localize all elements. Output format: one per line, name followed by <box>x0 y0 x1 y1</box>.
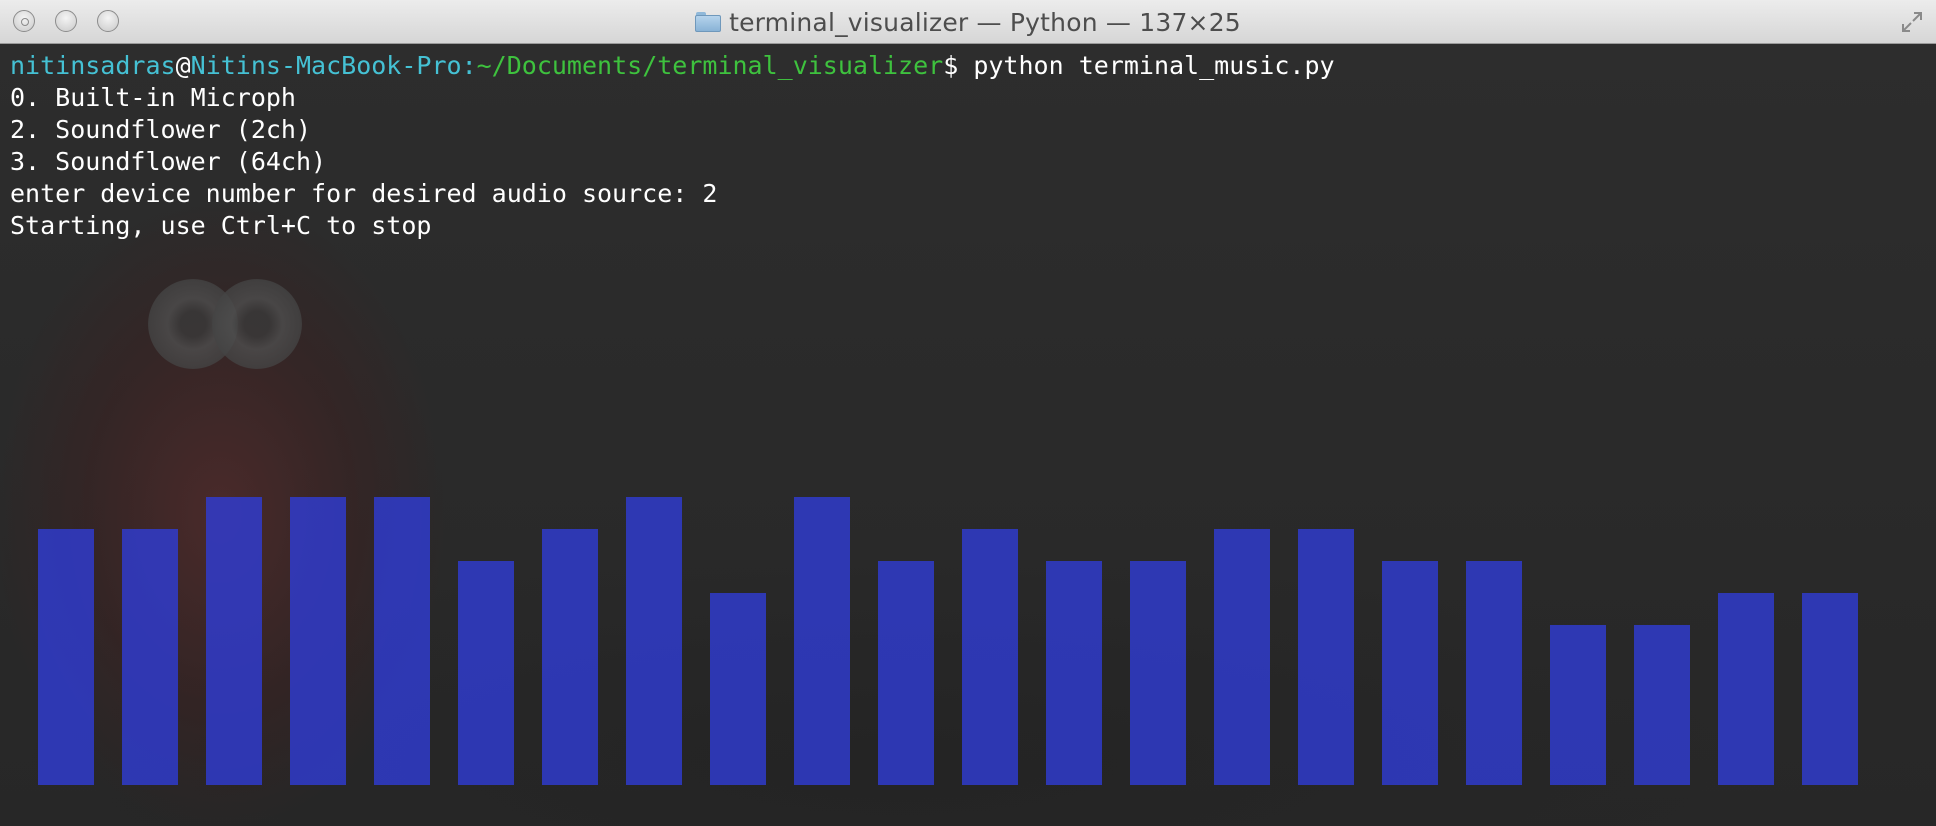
visualizer-bar <box>38 529 94 785</box>
folder-icon <box>695 12 722 32</box>
output-line: Starting, use Ctrl+C to stop <box>10 211 432 240</box>
zoom-button[interactable] <box>97 10 119 32</box>
output-line: 2. Soundflower (2ch) <box>10 115 312 144</box>
window-title: terminal_visualizer — Python — 137×25 <box>729 7 1241 37</box>
visualizer-bar <box>710 593 766 785</box>
visualizer-bar <box>1466 561 1522 785</box>
prompt-host: Nitins-MacBook-Pro: <box>190 51 477 80</box>
prompt-at: @ <box>175 51 191 80</box>
visualizer-bar <box>458 561 514 785</box>
window-title-group: terminal_visualizer — Python — 137×25 <box>0 0 1936 44</box>
visualizer-bar <box>626 497 682 785</box>
output-line: enter device number for desired audio so… <box>10 179 718 208</box>
visualizer-bar <box>374 497 430 785</box>
visualizer-bar <box>206 497 262 785</box>
visualizer-bar <box>542 529 598 785</box>
visualizer-bar <box>1214 529 1270 785</box>
close-button[interactable] <box>13 10 35 32</box>
prompt-command: python terminal_music.py <box>958 51 1335 80</box>
visualizer-bar <box>962 529 1018 785</box>
visualizer-bar <box>290 497 346 785</box>
visualizer-bar <box>1718 593 1774 785</box>
terminal-window: terminal_visualizer — Python — 137×25 ni… <box>0 0 1936 826</box>
visualizer-bar <box>1298 529 1354 785</box>
prompt-line: nitinsadras@Nitins-MacBook-Pro:~/Documen… <box>10 51 1335 80</box>
visualizer-bar <box>1382 561 1438 785</box>
visualizer-bar <box>794 497 850 785</box>
prompt-user: nitinsadras <box>10 51 176 80</box>
terminal-output: nitinsadras@Nitins-MacBook-Pro:~/Documen… <box>10 50 1335 242</box>
visualizer-bar <box>122 529 178 785</box>
prompt-path: ~/Documents/terminal_visualizer <box>476 51 944 80</box>
visualizer-bar <box>1130 561 1186 785</box>
title-bar[interactable]: terminal_visualizer — Python — 137×25 <box>0 0 1936 44</box>
prompt-symbol: $ <box>943 51 959 80</box>
visualizer-bar <box>1046 561 1102 785</box>
visualizer-bar <box>1802 593 1858 785</box>
minimize-button[interactable] <box>55 10 77 32</box>
fullscreen-icon[interactable] <box>1900 10 1924 34</box>
output-line: 3. Soundflower (64ch) <box>10 147 327 176</box>
visualizer-bar <box>878 561 934 785</box>
visualizer-bar <box>1634 625 1690 785</box>
output-line: 0. Built-in Microph <box>10 83 296 112</box>
visualizer-bar <box>1550 625 1606 785</box>
terminal-content[interactable]: nitinsadras@Nitins-MacBook-Pro:~/Documen… <box>0 44 1936 826</box>
